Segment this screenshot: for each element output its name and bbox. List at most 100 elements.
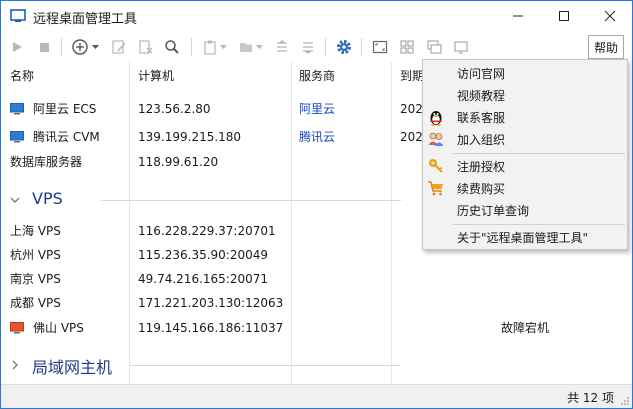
row-host: 119.145.166.186:11037 [138, 321, 284, 335]
delete-button[interactable] [135, 36, 157, 58]
fullscreen-icon [372, 40, 388, 54]
key-icon [429, 159, 443, 173]
menu-item-official-site[interactable]: 访问官网 [423, 62, 627, 84]
group-divider [101, 200, 401, 201]
toolbar: 帮助 [1, 31, 632, 62]
connect-button[interactable] [6, 36, 28, 58]
row-provider-link[interactable]: 腾讯云 [299, 125, 335, 149]
column-header-provider[interactable]: 服务商 [299, 62, 335, 90]
monitor-icon [10, 131, 24, 143]
row-note: 故障宕机 [501, 321, 550, 335]
search-button[interactable] [161, 36, 183, 58]
search-icon [165, 40, 179, 54]
edit-button[interactable] [108, 36, 130, 58]
menu-separator [453, 224, 625, 225]
row-expire: 202 [400, 130, 423, 144]
menu-item-label: 视频教程 [457, 89, 506, 103]
menu-item-about[interactable]: 关于"远程桌面管理工具" [423, 226, 627, 248]
table-row[interactable]: 南京 VPS 49.74.216.165:20071 [1, 267, 632, 291]
row-provider-link[interactable]: 阿里云 [299, 97, 335, 121]
monitor-icon [10, 103, 24, 115]
menu-item-video-tutorial[interactable]: 视频教程 [423, 84, 627, 106]
menu-item-order-history[interactable]: 历史订单查询 [423, 199, 627, 221]
menu-item-renew-purchase[interactable]: 续费购买 [423, 177, 627, 199]
column-header-expire[interactable]: 到期 [400, 62, 424, 90]
table-row[interactable]: 成都 VPS 171.221.203.130:12063 [1, 291, 632, 315]
row-host: 49.74.216.165:20071 [138, 272, 269, 286]
close-icon [604, 10, 616, 22]
menu-item-contact-support[interactable]: 联系客服 [423, 106, 627, 128]
edit-icon [112, 40, 126, 54]
column-header-host[interactable]: 计算机 [138, 62, 174, 90]
group-divider [129, 365, 401, 366]
menu-item-label: 续费购买 [457, 182, 506, 196]
minimize-icon [513, 15, 523, 17]
row-name: 杭州 VPS [10, 248, 61, 262]
minimize-button[interactable] [495, 1, 541, 31]
item-count: 共 12 项 [567, 391, 614, 405]
help-button[interactable]: 帮助 [588, 35, 624, 59]
toolbar-separator [325, 38, 326, 56]
monitor-error-icon [10, 322, 24, 334]
collapse-all-button[interactable] [271, 36, 293, 58]
add-dropdown-button[interactable] [90, 36, 102, 58]
maximize-icon [559, 11, 569, 21]
menu-item-label: 联系客服 [457, 111, 506, 125]
expand-icon [303, 42, 313, 54]
chevron-right-icon [12, 360, 18, 370]
menu-item-label: 加入组织 [457, 133, 506, 147]
column-header-name[interactable]: 名称 [10, 62, 34, 90]
row-host: 171.221.203.130:12063 [138, 296, 284, 310]
group-header-lan[interactable]: 局域网主机 [1, 351, 632, 379]
dropdown-icon [92, 45, 99, 49]
row-host: 139.199.215.180 [138, 130, 242, 144]
title-bar: 远程桌面管理工具 [1, 1, 632, 31]
row-name: 上海 VPS [10, 224, 61, 238]
row-expire: 202 [400, 102, 423, 116]
row-name: 腾讯云 CVM [33, 130, 100, 144]
expand-all-button[interactable] [297, 36, 319, 58]
cascade-windows-button[interactable] [423, 36, 445, 58]
row-name: 南京 VPS [10, 272, 61, 286]
app-window: 远程桌面管理工具 帮助 名称 计算机 服务商 到期 阿里云 ECS 123.56… [0, 0, 633, 409]
menu-item-label: 注册授权 [457, 160, 506, 174]
paste-dropdown-button[interactable] [218, 36, 230, 58]
stop-icon [40, 43, 49, 52]
group-users-icon [428, 132, 444, 146]
help-menu: 访问官网 视频教程 联系客服 加入组织 注册授权 续费购买 历史订单查询 关于"… [422, 59, 628, 250]
app-logo-icon [10, 9, 26, 22]
shopping-cart-icon [428, 181, 443, 196]
status-bar: 共 12 项 [1, 384, 632, 408]
tile-icon [400, 40, 414, 54]
qq-penguin-icon [430, 111, 442, 126]
row-name: 佛山 VPS [33, 321, 84, 335]
close-button[interactable] [587, 1, 633, 31]
maximize-button[interactable] [541, 1, 587, 31]
dropdown-icon [256, 45, 263, 49]
row-host: 115.236.35.90:20049 [138, 248, 269, 262]
disconnect-button[interactable] [33, 36, 55, 58]
toolbar-separator [191, 38, 192, 56]
clipboard-icon [204, 40, 216, 55]
window-mode-button[interactable] [450, 36, 472, 58]
dropdown-icon [220, 45, 227, 49]
gear-icon [337, 40, 351, 54]
fullscreen-button[interactable] [369, 36, 391, 58]
toolbar-separator [361, 38, 362, 56]
window-icon [454, 41, 468, 54]
folder-icon [240, 43, 252, 52]
folder-dropdown-button[interactable] [254, 36, 266, 58]
menu-item-register-license[interactable]: 注册授权 [423, 155, 627, 177]
settings-button[interactable] [333, 36, 355, 58]
window-title: 远程桌面管理工具 [33, 12, 138, 27]
cascade-icon [427, 40, 442, 54]
row-host: 116.228.229.37:20701 [138, 224, 276, 238]
add-button[interactable] [69, 36, 91, 58]
menu-item-join-group[interactable]: 加入组织 [423, 128, 627, 150]
table-row[interactable]: 佛山 VPS 119.145.166.186:11037 故障宕机 [1, 316, 632, 340]
resize-grip-icon[interactable] [620, 396, 630, 406]
add-icon [72, 39, 88, 55]
menu-separator [453, 153, 625, 154]
row-host: 123.56.2.80 [138, 102, 211, 116]
tile-windows-button[interactable] [396, 36, 418, 58]
